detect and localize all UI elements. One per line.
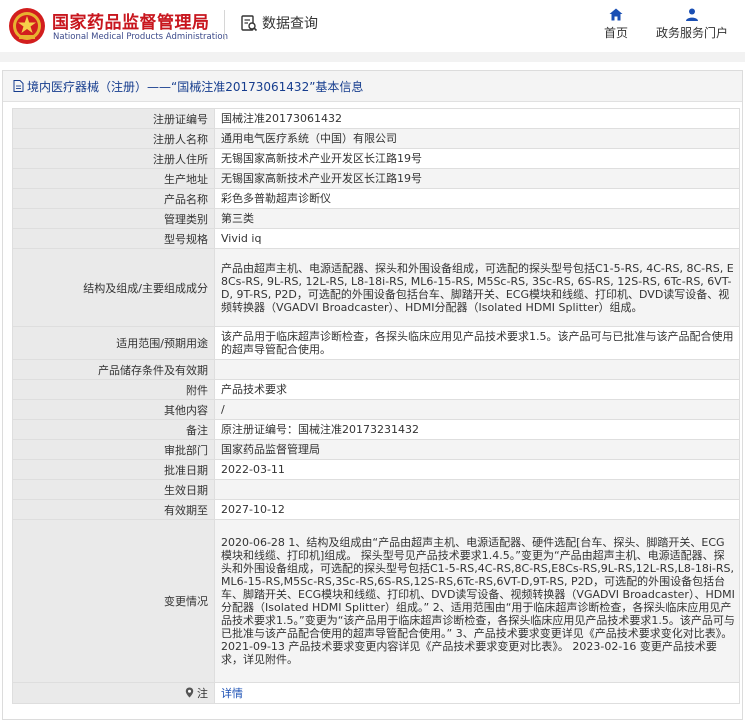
header-gap [0, 52, 745, 62]
row-value: Vivid iq [214, 228, 740, 249]
row-label: 注册人住所 [12, 148, 215, 169]
table-row: 附件 产品技术要求 [12, 379, 740, 400]
row-label: 生产地址 [12, 168, 215, 189]
row-label: 附件 [12, 379, 215, 400]
row-label: 生效日期 [12, 479, 215, 500]
document-search-icon [241, 15, 258, 32]
row-value [214, 479, 740, 500]
note-label-cell: 注 [12, 682, 215, 704]
row-label: 结构及组成/主要组成成分 [12, 248, 215, 327]
data-query-title[interactable]: 数据查询 [240, 13, 318, 33]
table-row: 批准日期 2022-03-11 [12, 459, 740, 480]
row-value: 国械注准20173061432 [214, 108, 740, 129]
row-value: / [214, 399, 740, 420]
site-header: 国家药品监督管理局 National Medical Products Admi… [0, 0, 745, 52]
note-row: 注 详情 [12, 682, 740, 704]
row-value: 该产品用于临床超声诊断检查，各探头临床应用见产品技术要求1.5。该产品可与已批准… [214, 326, 740, 360]
header-divider [224, 10, 225, 40]
row-label: 注册证编号 [12, 108, 215, 129]
row-value: 无锡国家高新技术产业开发区长江路19号 [214, 148, 740, 169]
row-value: 通用电气医疗系统（中国）有限公司 [214, 128, 740, 149]
row-label: 产品储存条件及有效期 [12, 359, 215, 380]
table-row: 审批部门 国家药品监督管理局 [12, 439, 740, 460]
nav-home[interactable]: 首页 [601, 8, 631, 41]
table-row: 备注 原注册证编号：国械注准20173231432 [12, 419, 740, 440]
row-label: 变更情况 [12, 519, 215, 683]
national-emblem-logo [9, 8, 45, 44]
table-row: 其他内容 / [12, 399, 740, 420]
note-label: 注 [197, 687, 208, 700]
row-value: 2020-06-28 1、结构及组成由“产品由超声主机、电源适配器、硬件选配[台… [214, 519, 740, 683]
row-value: 国家药品监督管理局 [214, 439, 740, 460]
user-group-icon [686, 8, 698, 21]
row-label: 注册人名称 [12, 128, 215, 149]
row-value: 产品技术要求 [214, 379, 740, 400]
table-row: 注册证编号 国械注准20173061432 [12, 108, 740, 129]
panel-header: 境内医疗器械（注册）——“国械注准20173061432”基本信息 [3, 71, 742, 102]
note-value-cell: 详情 [214, 682, 740, 704]
row-value [214, 359, 740, 380]
table-row: 生效日期 [12, 479, 740, 500]
table-row: 结构及组成/主要组成成分 产品由超声主机、电源适配器、探头和外围设备组成，可选配… [12, 248, 740, 327]
row-label: 审批部门 [12, 439, 215, 460]
table-row: 生产地址 无锡国家高新技术产业开发区长江路19号 [12, 168, 740, 189]
row-value: 第三类 [214, 208, 740, 229]
data-query-label: 数据查询 [262, 16, 318, 32]
details-link[interactable]: 详情 [221, 687, 243, 700]
row-label: 管理类别 [12, 208, 215, 229]
document-icon [13, 80, 24, 92]
table-row: 注册人住所 无锡国家高新技术产业开发区长江路19号 [12, 148, 740, 169]
row-label: 产品名称 [12, 188, 215, 209]
row-label: 其他内容 [12, 399, 215, 420]
row-label: 型号规格 [12, 228, 215, 249]
row-label: 批准日期 [12, 459, 215, 480]
table-row: 注册人名称 通用电气医疗系统（中国）有限公司 [12, 128, 740, 149]
row-label: 有效期至 [12, 499, 215, 520]
nav-gov-services-label: 政务服务门户 [655, 26, 728, 40]
row-value: 2027-10-12 [214, 499, 740, 520]
row-value: 无锡国家高新技术产业开发区长江路19号 [214, 168, 740, 189]
org-name-en: National Medical Products Administration [53, 32, 228, 42]
home-icon [609, 8, 623, 21]
panel-title: 境内医疗器械（注册）——“国械注准20173061432”基本信息 [27, 79, 364, 94]
row-value: 彩色多普勒超声诊断仪 [214, 188, 740, 209]
location-pin-icon [185, 687, 193, 698]
nav-gov-services[interactable]: 政务服务门户 [654, 8, 730, 41]
detail-table: 注册证编号 国械注准20173061432 注册人名称 通用电气医疗系统（中国）… [12, 108, 740, 704]
table-row: 适用范围/预期用途 该产品用于临床超声诊断检查，各探头临床应用见产品技术要求1.… [12, 326, 740, 360]
org-name-cn: 国家药品监督管理局 [52, 13, 210, 33]
nav-home-label: 首页 [603, 26, 628, 40]
row-value: 2022-03-11 [214, 459, 740, 480]
row-value: 产品由超声主机、电源适配器、探头和外围设备组成，可选配的探头型号包括C1-5-R… [214, 248, 740, 327]
table-row: 变更情况 2020-06-28 1、结构及组成由“产品由超声主机、电源适配器、硬… [12, 519, 740, 683]
row-label: 适用范围/预期用途 [12, 326, 215, 360]
row-label: 备注 [12, 419, 215, 440]
table-row: 管理类别 第三类 [12, 208, 740, 229]
detail-panel: 境内医疗器械（注册）——“国械注准20173061432”基本信息 注册证编号 … [2, 70, 743, 720]
table-row: 有效期至 2027-10-12 [12, 499, 740, 520]
row-value: 原注册证编号：国械注准20173231432 [214, 419, 740, 440]
table-row: 产品储存条件及有效期 [12, 359, 740, 380]
table-row: 型号规格 Vivid iq [12, 228, 740, 249]
table-row: 产品名称 彩色多普勒超声诊断仪 [12, 188, 740, 209]
